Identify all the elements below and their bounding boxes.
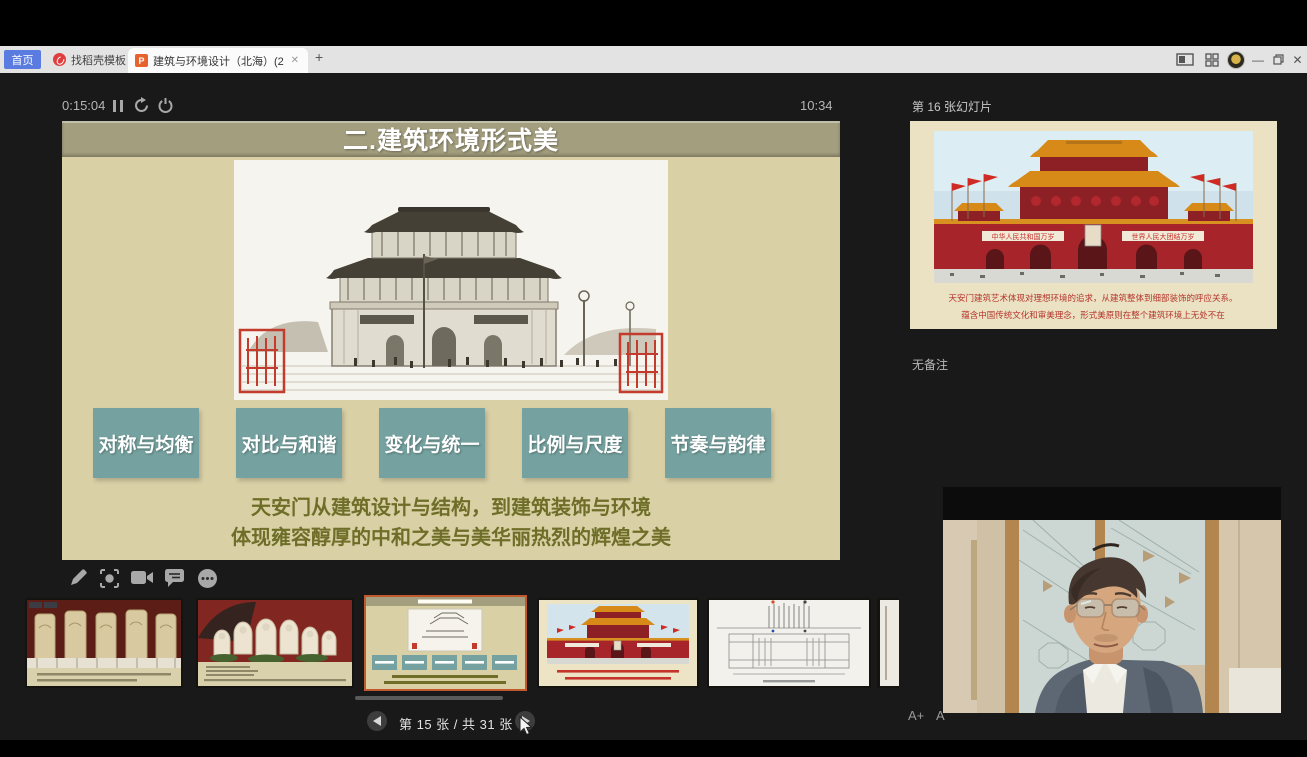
thumbnail-slide-13[interactable] [25,598,183,688]
elapsed-timer: 0:15:04 [62,98,105,113]
slide-button-contrast: 对比与和谐 [236,408,342,478]
close-window-button[interactable]: ✕ [1288,50,1307,69]
tab-docer-label: 找稻壳模板 [71,52,126,68]
grid-view-icon[interactable] [1200,50,1224,69]
new-tab-button[interactable]: + [315,49,323,65]
slide-button-rhythm: 节奏与韵律 [665,408,771,478]
thumbnail-slide-15-selected[interactable] [364,595,527,691]
tiananmen-engraving-image [234,160,668,400]
preview-caption-line2: 蕴含中国传统文化和审美理念，形式美原则在整个建筑环境上无处不在 [961,310,1225,320]
slide-caption-line2: 体现雍容醇厚的中和之美与美华丽热烈的辉煌之美 [62,521,840,550]
next-slide-header: 第 16 张幻灯片 [912,98,992,115]
slide-title: 二.建筑环境形式美 [343,121,559,157]
slide-button-proportion: 比例与尺度 [522,408,628,478]
power-end-show-icon[interactable] [157,97,179,119]
tab-docer-templates[interactable]: 找稻壳模板 [47,50,132,69]
pause-timer-icon[interactable] [110,98,132,120]
current-slide-canvas[interactable]: 二.建筑环境形式美 [62,121,840,560]
slide-button-row: 对称与均衡 对比与和谐 变化与统一 比例与尺度 节奏与韵律 [93,408,809,478]
camera-icon[interactable] [131,569,153,591]
comment-icon[interactable] [164,568,186,590]
thumbnail-slide-16[interactable] [537,598,699,688]
thumbnail-slide-18-partial[interactable] [877,598,899,688]
slide-button-symmetry: 对称与均衡 [93,408,199,478]
plaque-right-text: 世界人民大团结万岁 [1132,232,1195,241]
thumbnail-slide-17[interactable] [707,598,871,688]
tab-document-title: 建筑与环境设计（北海）(2).pptx [153,53,284,69]
speaker-portrait [943,520,1281,713]
thumbnail-slide-14[interactable] [196,598,354,688]
speaker-video-feed[interactable] [943,487,1281,713]
restart-timer-icon[interactable] [133,97,155,119]
mouse-cursor [519,716,533,741]
avatar[interactable] [1224,50,1248,69]
pen-annotate-icon[interactable] [68,568,90,590]
restore-button[interactable] [1268,50,1288,69]
minimize-button[interactable]: — [1248,50,1268,69]
previous-slide-button[interactable] [367,711,387,731]
more-options-icon[interactable] [197,568,219,590]
screen: 首页 找稻壳模板 P 建筑与环境设计（北海）(2).pptx ✕ + — ✕ 0… [0,0,1307,757]
docer-icon [53,53,66,66]
wall-clock: 10:34 [800,98,833,113]
plaque-left-text: 中华人民共和国万岁 [992,232,1055,241]
slide-button-variation: 变化与统一 [379,408,485,478]
next-slide-preview[interactable]: 中华人民共和国万岁 世界人民大团结万岁 天安门建筑艺术体现对理想环境的追求，从建… [910,121,1277,329]
preview-caption-line1: 天安门建筑艺术体现对理想环境的追求，从建筑整体到细部装饰的呼应关系。 [948,293,1237,303]
notes-font-increase-button[interactable]: A+ [908,708,924,723]
slide-title-band: 二.建筑环境形式美 [62,121,840,157]
tab-home-label: 首页 [12,52,34,68]
slide-position-label: 第 15 张 / 共 31 张 [399,714,513,733]
tab-home[interactable]: 首页 [4,50,41,69]
slide-caption-line1: 天安门从建筑设计与结构，到建筑装饰与环境 [62,491,840,520]
tab-close-icon[interactable]: ✕ [289,55,301,66]
browser-tab-bar: 首页 找稻壳模板 P 建筑与环境设计（北海）(2).pptx ✕ + — ✕ [0,46,1307,73]
notes-empty-label: 无备注 [912,356,948,373]
tab-document[interactable]: P 建筑与环境设计（北海）(2).pptx ✕ [128,48,308,73]
single-slide-view-icon[interactable] [1173,50,1197,69]
laser-pointer-icon[interactable] [99,568,121,590]
ppt-file-icon: P [135,54,148,67]
filmstrip-scrollbar[interactable] [355,696,503,700]
notes-font-decrease-button[interactable]: A [936,708,945,723]
